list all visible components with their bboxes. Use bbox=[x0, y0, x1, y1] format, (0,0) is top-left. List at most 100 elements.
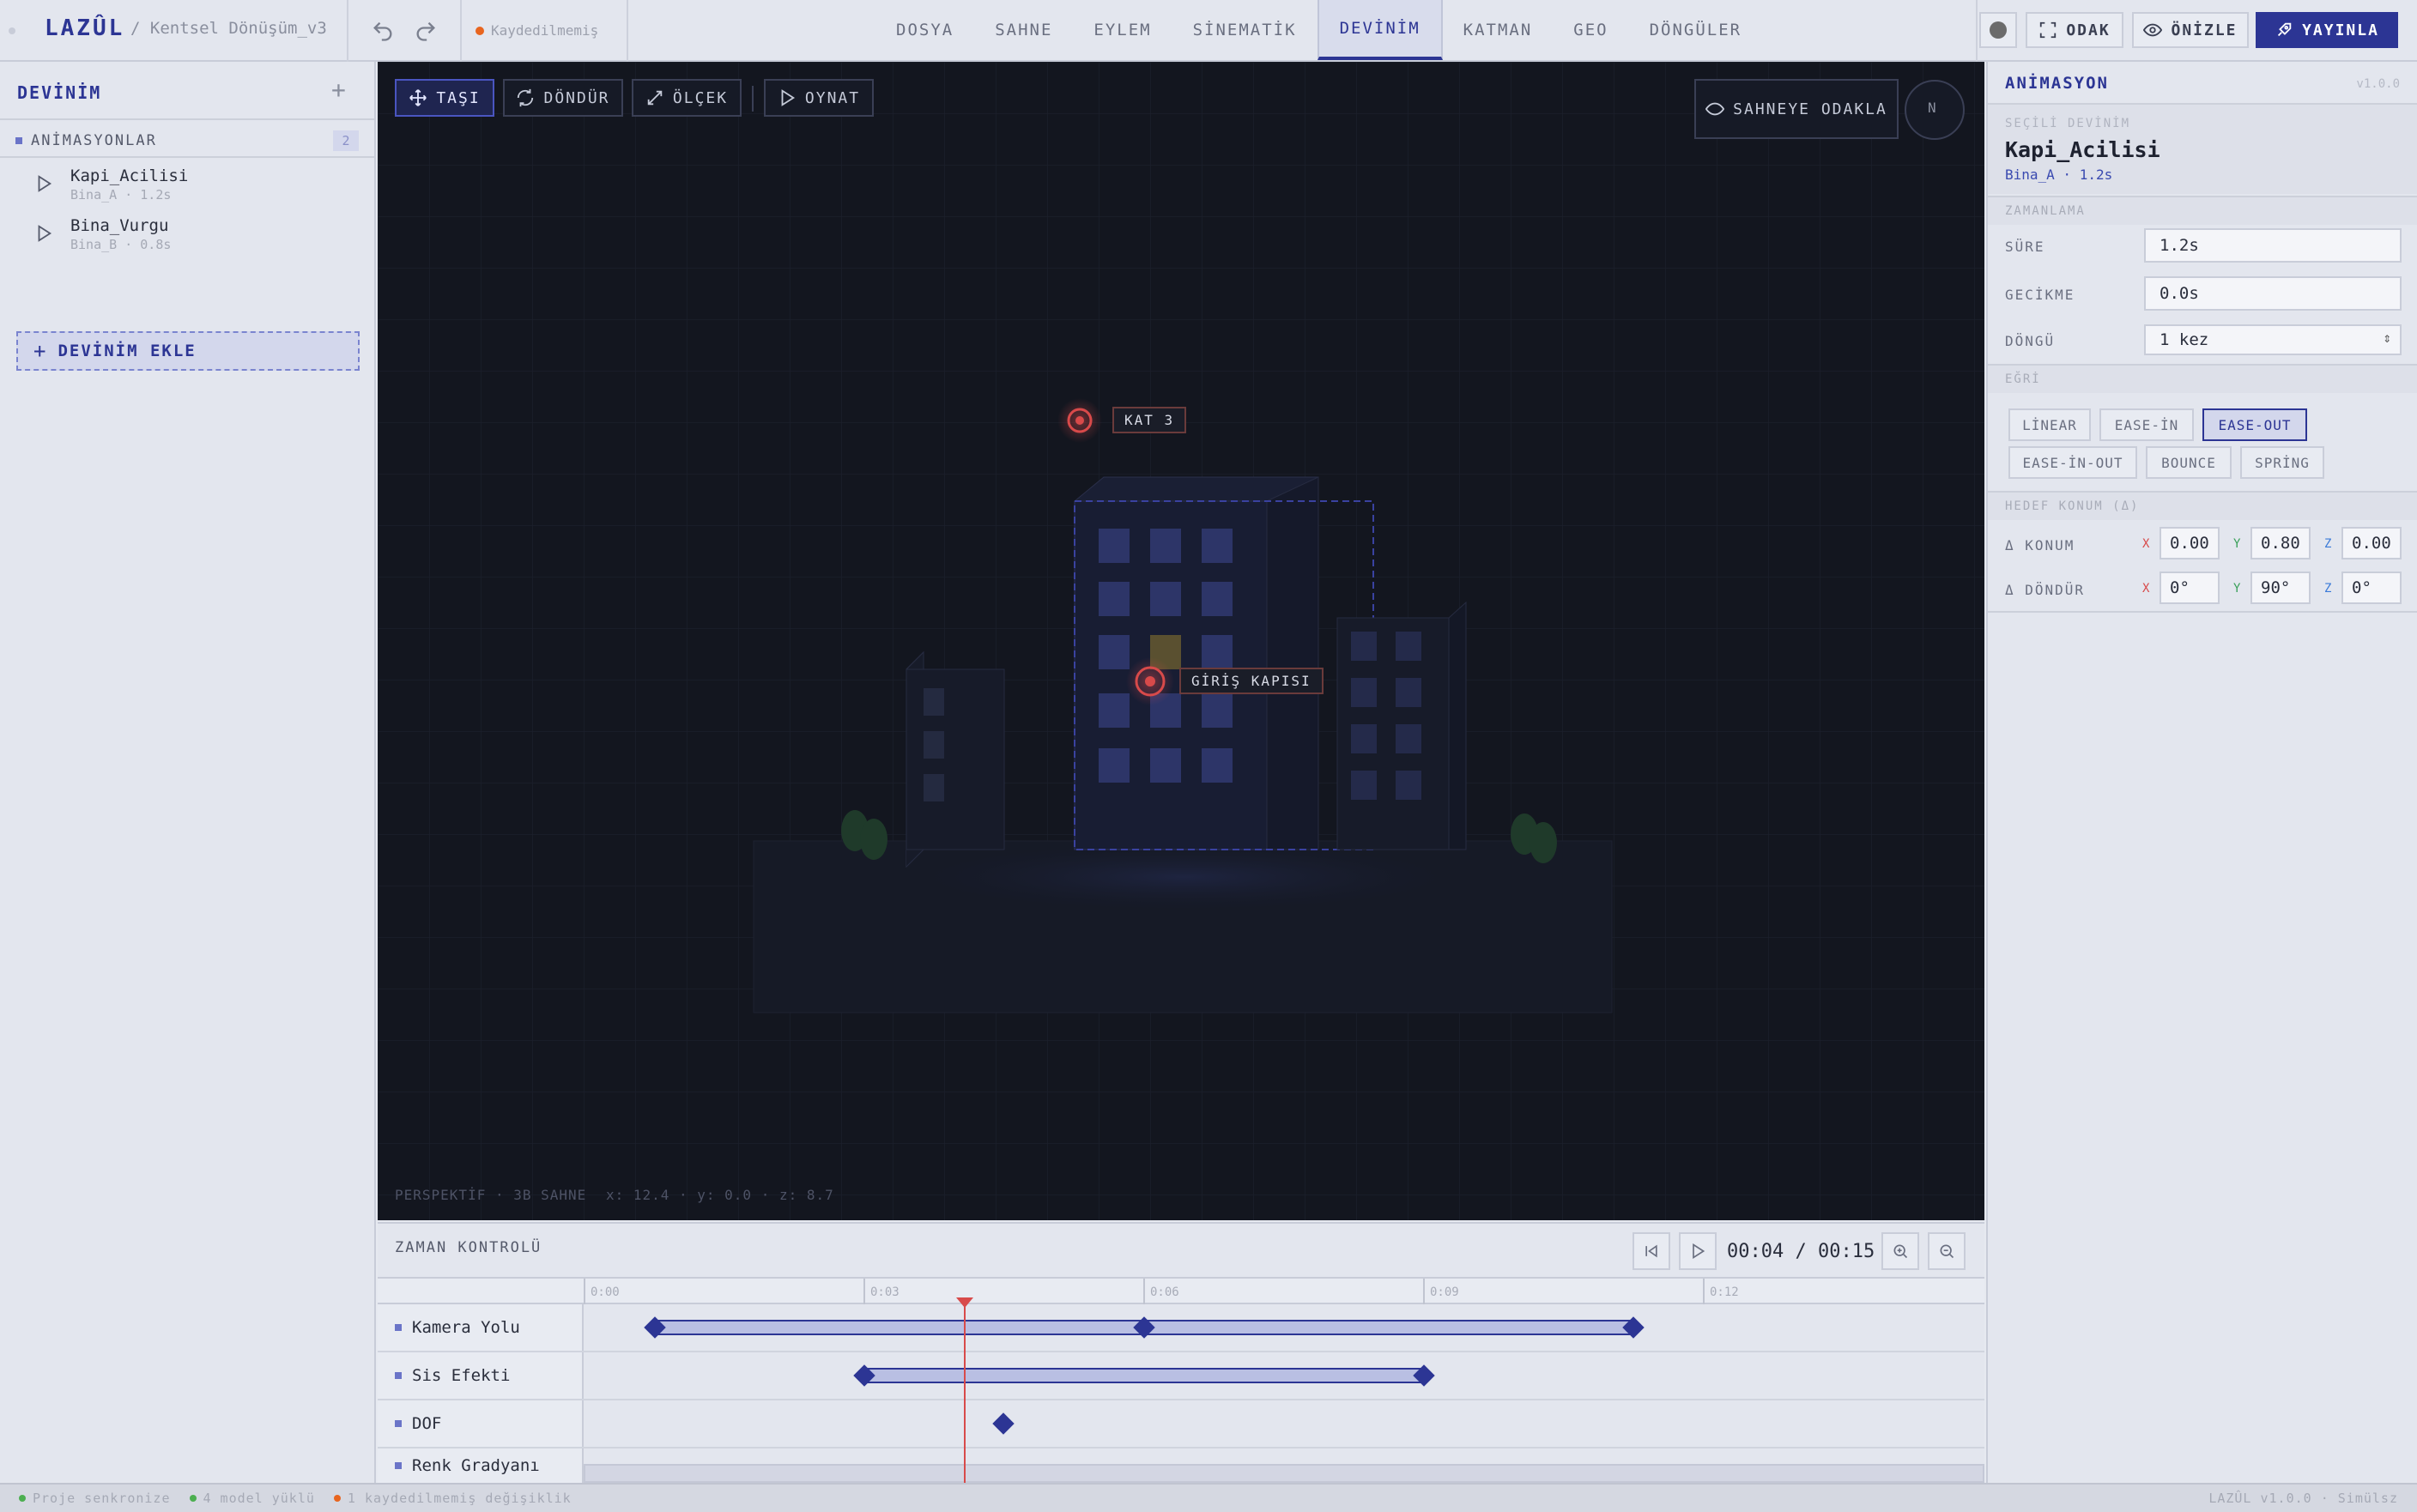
skip-start-button[interactable] bbox=[1633, 1232, 1670, 1270]
marker-kat-3-icon[interactable] bbox=[1057, 398, 1102, 443]
menu-sahne[interactable]: SAHNE bbox=[974, 0, 1073, 60]
rotate-icon bbox=[518, 88, 534, 107]
loop-select[interactable]: 1 kez ⇕ bbox=[2144, 324, 2402, 355]
redo-icon bbox=[416, 21, 435, 41]
curve-linear[interactable]: LİNEAR bbox=[2008, 408, 2091, 441]
ruler-tick: 0:12 bbox=[1703, 1279, 1739, 1304]
status-item: 1 kaydedilmemiş değişiklik bbox=[333, 1491, 572, 1506]
undo-button[interactable] bbox=[366, 14, 400, 48]
track-square-icon bbox=[395, 1372, 402, 1379]
track-label[interactable]: Kamera Yolu bbox=[378, 1304, 584, 1351]
axis-z-label: Z bbox=[2324, 537, 2332, 551]
divider bbox=[627, 0, 628, 62]
compass-label: N bbox=[1928, 100, 1936, 116]
chevron-updown-icon: ⇕ bbox=[2383, 330, 2391, 346]
focus-button[interactable]: ODAK bbox=[2026, 12, 2123, 48]
menu-geo[interactable]: GEO bbox=[1553, 0, 1628, 60]
undo-icon bbox=[373, 21, 392, 41]
curve-ease-out[interactable]: EASE-OUT bbox=[2202, 408, 2307, 441]
zoom-out-button[interactable] bbox=[1928, 1232, 1966, 1270]
clip-bar[interactable] bbox=[654, 1320, 1147, 1335]
marker-giris-kapisi-icon[interactable] bbox=[1126, 657, 1174, 705]
menu-katman[interactable]: KATMAN bbox=[1443, 0, 1554, 60]
rotation-x-input[interactable]: 0° bbox=[2160, 572, 2220, 604]
track-name: Kamera Yolu bbox=[412, 1318, 520, 1337]
marker-label-giris-kapisi[interactable]: GİRİŞ KAPISI bbox=[1179, 668, 1324, 694]
menu-dosya[interactable]: DOSYA bbox=[875, 0, 974, 60]
timeline-title: ZAMAN KONTROLÜ bbox=[395, 1239, 542, 1256]
focus-scene-label: SAHNEYE ODAKLA bbox=[1733, 100, 1887, 118]
menu-donguler[interactable]: DÖNGÜLER bbox=[1629, 0, 1763, 60]
status-text: 1 kaydedilmemiş değişiklik bbox=[347, 1491, 572, 1506]
status-circle-icon bbox=[1990, 21, 2007, 39]
status-text: 4 model yüklü bbox=[203, 1491, 315, 1506]
preview-button[interactable]: ÖNİZLE bbox=[2132, 12, 2249, 48]
3d-viewport[interactable]: TAŞI DÖNDÜR ÖLÇEK OYNAT SAHNEYE ODAKLA N… bbox=[378, 62, 1984, 1220]
marker-label-kat-3[interactable]: KAT 3 bbox=[1112, 407, 1187, 433]
menu-sinematik[interactable]: SİNEMATİK bbox=[1172, 0, 1318, 60]
count-badge: 2 bbox=[333, 130, 359, 151]
curve-ease-in[interactable]: EASE-İN bbox=[2099, 408, 2194, 441]
position-label: Δ KONUM bbox=[2005, 537, 2075, 553]
left-panel-header: DEVİNİM + bbox=[0, 62, 374, 120]
focus-scene-button[interactable]: SAHNEYE ODAKLA bbox=[1694, 79, 1899, 139]
track-label[interactable]: DOF bbox=[378, 1400, 584, 1447]
playhead-line[interactable] bbox=[964, 1304, 966, 1485]
scale-tool[interactable]: ÖLÇEK bbox=[632, 79, 742, 117]
rotate-label: DÖNDÜR bbox=[543, 88, 610, 107]
publish-button[interactable]: YAYINLA bbox=[2256, 12, 2398, 48]
rotation-y-input[interactable]: 90° bbox=[2250, 572, 2311, 604]
fullscreen-icon bbox=[2040, 21, 2057, 39]
panel-title: DEVİNİM bbox=[17, 82, 102, 103]
animation-item[interactable]: Bina_Vurgu Bina_B · 0.8s bbox=[34, 216, 171, 252]
timeline-scrollbar[interactable] bbox=[584, 1464, 1984, 1483]
ruler-tick: 0:06 bbox=[1143, 1279, 1179, 1304]
add-animation-label: DEVİNİM EKLE bbox=[58, 342, 197, 360]
position-x-input[interactable]: 0.00 bbox=[2160, 527, 2220, 559]
track-name: Renk Gradyanı bbox=[412, 1456, 540, 1475]
right-panel: ANİMASYON v1.0.0 SEÇİLİ DEVİNİM Kapi_Aci… bbox=[1986, 62, 2417, 1483]
rotate-tool[interactable]: DÖNDÜR bbox=[503, 79, 623, 117]
menu-devinim[interactable]: DEVİNİM bbox=[1317, 0, 1443, 60]
focus-label: ODAK bbox=[2066, 21, 2111, 39]
play-tool[interactable]: OYNAT bbox=[764, 79, 874, 117]
duration-input[interactable]: 1.2s bbox=[2144, 228, 2402, 263]
menu-eylem[interactable]: EYLEM bbox=[1073, 0, 1172, 60]
animations-section-header: ANİMASYONLAR 2 bbox=[0, 122, 374, 158]
track-row: DOF bbox=[378, 1400, 1984, 1448]
delay-row: GECİKME bbox=[2005, 287, 2075, 303]
curve-spring[interactable]: SPRİNG bbox=[2240, 446, 2324, 479]
curve-bounce[interactable]: BOUNCE bbox=[2146, 446, 2232, 479]
track-label[interactable]: Renk Gradyanı bbox=[378, 1448, 584, 1483]
skip-back-icon bbox=[1645, 1244, 1657, 1258]
scale-label: ÖLÇEK bbox=[672, 88, 729, 107]
zoom-in-button[interactable] bbox=[1881, 1232, 1919, 1270]
curve-ease-in-out[interactable]: EASE-İN-OUT bbox=[2008, 446, 2137, 479]
project-name[interactable]: / Kentsel Dönüşüm_v3 bbox=[130, 19, 327, 38]
rotation-z-input[interactable]: 0° bbox=[2341, 572, 2402, 604]
status-button[interactable] bbox=[1979, 12, 2017, 48]
animation-item[interactable]: Kapi_Acilisi Bina_A · 1.2s bbox=[34, 166, 188, 203]
play-icon bbox=[781, 89, 795, 106]
clip-bar[interactable] bbox=[863, 1368, 1423, 1383]
publish-label: YAYINLA bbox=[2302, 21, 2379, 39]
delay-input[interactable]: 0.0s bbox=[2144, 276, 2402, 311]
play-button[interactable] bbox=[1679, 1232, 1717, 1270]
section-square-icon bbox=[15, 137, 22, 144]
redo-button[interactable] bbox=[409, 14, 443, 48]
axis-z-label: Z bbox=[2324, 582, 2332, 596]
add-animation-button[interactable]: + DEVİNİM EKLE bbox=[16, 331, 360, 371]
keyframe[interactable] bbox=[992, 1412, 1015, 1435]
track-label[interactable]: Sis Efekti bbox=[378, 1352, 584, 1399]
position-y-input[interactable]: 0.80 bbox=[2250, 527, 2311, 559]
play-label: OYNAT bbox=[804, 88, 861, 107]
viewport-info: PERSPEKTİF · 3B SAHNE x: 12.4 · y: 0.0 ·… bbox=[395, 1187, 834, 1203]
move-tool[interactable]: TAŞI bbox=[395, 79, 494, 117]
timeline-panel: ZAMAN KONTROLÜ 00:04 / 00:15 0:00 0:03 0… bbox=[378, 1222, 1984, 1485]
position-z-input[interactable]: 0.00 bbox=[2341, 527, 2402, 559]
time-ruler[interactable]: 0:00 0:03 0:06 0:09 0:12 bbox=[378, 1277, 1984, 1304]
clip-bar[interactable] bbox=[1145, 1320, 1634, 1335]
rotation-label: Δ DÖNDÜR bbox=[2005, 582, 2086, 598]
eye-icon bbox=[2143, 23, 2163, 37]
add-icon[interactable]: + bbox=[331, 76, 346, 104]
